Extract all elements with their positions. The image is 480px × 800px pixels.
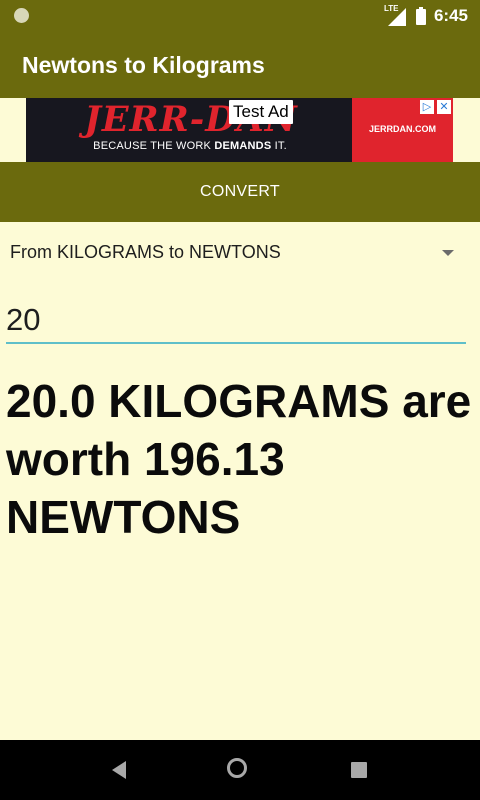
recents-icon[interactable] [351, 762, 367, 778]
ad-tagline: BECAUSE THE WORK DEMANDS IT. [40, 140, 340, 152]
back-icon[interactable] [112, 761, 126, 779]
signal-icon: LTE [383, 4, 408, 26]
app-screen: LTE 6:45 Newtons to Kilograms JERR-DAN B… [0, 0, 480, 800]
status-clock: 6:45 [433, 6, 468, 25]
ad-tagline-suffix: IT. [271, 140, 287, 152]
app-bar: Newtons to Kilograms [0, 32, 480, 98]
ad-tagline-prefix: BECAUSE THE WORK [93, 140, 215, 152]
ad-choices-icon[interactable]: ▷ [420, 100, 434, 114]
ad-strip: JERR-DAN BECAUSE THE WORK DEMANDS IT. JE… [0, 98, 480, 162]
ad-url: JERRDAN.COM [368, 124, 436, 134]
dropdown-arrow-icon [442, 250, 454, 256]
navigation-bar [0, 740, 480, 800]
ad-logo: JERR-DAN [84, 99, 298, 140]
status-bar: LTE 6:45 [0, 0, 480, 32]
status-icons: LTE 6:45 [384, 4, 468, 28]
conversion-direction-spinner[interactable]: From KILOGRAMS to NEWTONS [0, 232, 480, 274]
convert-button[interactable]: CONVERT [0, 162, 480, 222]
close-icon[interactable]: ✕ [437, 100, 451, 114]
battery-icon [415, 7, 426, 25]
result-text: 20.0 KILOGRAMS are worth 196.13 NEWTONS [6, 375, 472, 543]
network-type-label: LTE [383, 4, 399, 13]
app-title: Newtons to Kilograms [22, 52, 265, 78]
test-ad-badge: Test Ad [229, 100, 293, 124]
ad-choices: ▷ ✕ [420, 100, 451, 114]
spinner-selected-label: From KILOGRAMS to NEWTONS [10, 242, 281, 262]
ad-cta-panel[interactable]: JERRDAN.COM ▷ ✕ [352, 98, 453, 162]
notification-dot-icon [14, 8, 29, 23]
ad-tagline-bold: DEMANDS [214, 140, 272, 152]
value-input[interactable] [6, 298, 466, 344]
home-icon[interactable] [227, 758, 247, 778]
ad-banner[interactable]: JERR-DAN BECAUSE THE WORK DEMANDS IT. JE… [26, 98, 453, 162]
